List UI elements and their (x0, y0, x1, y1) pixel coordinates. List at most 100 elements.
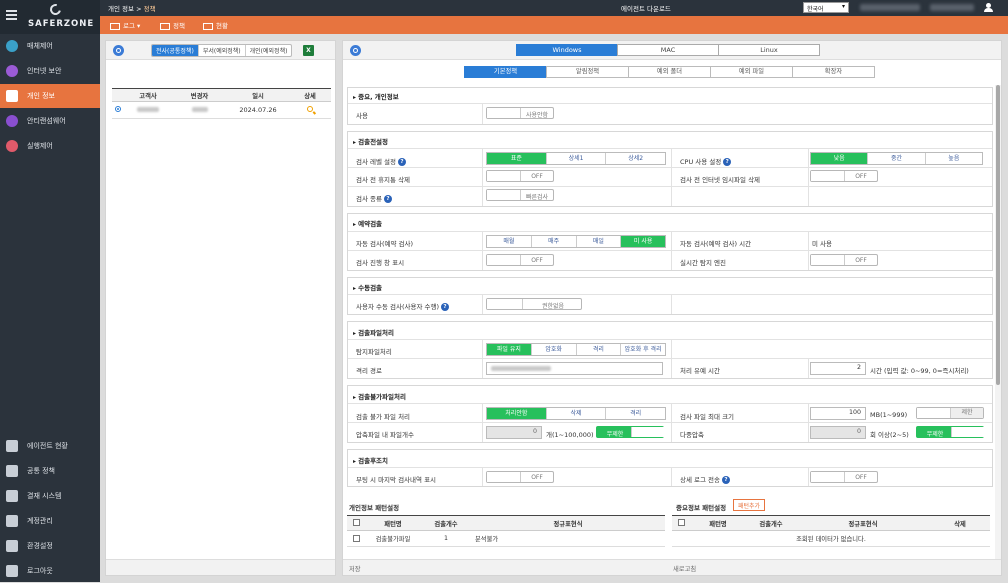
section-title: 수동검출 (353, 282, 382, 292)
pattern-name: 검출불가파일 (365, 530, 421, 547)
sidebar-item-label: 인터넷 보안 (27, 67, 62, 75)
option-monthly[interactable]: 매월 (487, 236, 532, 247)
scan-kind-toggle[interactable]: 빠른검사 (486, 189, 554, 201)
detail-search-icon[interactable] (307, 106, 313, 112)
sidebar-item-3[interactable]: 안티랜섬웨어 (0, 109, 100, 133)
option-weekly[interactable]: 매주 (532, 236, 577, 247)
option-quarantine[interactable]: 격리 (577, 344, 622, 355)
option-high[interactable]: 높음 (926, 153, 982, 164)
sidebar-item-2[interactable]: 개인 정보 (0, 84, 100, 108)
realtime-engine-label: 실시간 탐지 엔진 (680, 259, 726, 267)
select-all-checkbox[interactable] (677, 519, 685, 527)
unable-file-options[interactable]: 처리안함 삭제 격리 (486, 407, 666, 420)
sidebar-bottom-item-2[interactable]: 결재 시스템 (0, 484, 100, 508)
row-radio[interactable] (115, 106, 121, 112)
zip-count-toggle[interactable]: 무제한 (596, 426, 665, 438)
quarantine-path-input[interactable] (486, 362, 663, 375)
use-toggle[interactable]: 사용안함 (486, 107, 554, 119)
section-manual-scan: 수동검출 사용자 수동 검사(사용자 수행)? 권한없음 (347, 277, 993, 315)
sidebar-bottom-item-1[interactable]: 공통 정책 (0, 459, 100, 483)
scope-tabs: 전사(공통정책) 부서(예외정책) 개인(예외정책) (151, 44, 293, 57)
zip-count-label: 압축파일 내 파일개수 (356, 431, 414, 439)
table-row[interactable]: 검출불가파일 1 분석불가 (347, 530, 665, 547)
option-encrypt-quarantine[interactable]: 암호화 후 격리 (621, 344, 665, 355)
select-all-checkbox[interactable] (352, 519, 360, 527)
auto-scan-options[interactable]: 매월 매주 매일 미 사용 (486, 235, 666, 248)
manual-scan-toggle[interactable]: 권한없음 (486, 298, 582, 310)
row-checkbox[interactable] (352, 534, 360, 542)
option-keep[interactable]: 파일 유지 (487, 344, 532, 355)
refresh-icon[interactable] (113, 45, 124, 56)
breadcrumb-parent[interactable]: 개인 정보 (108, 5, 134, 13)
option-encrypt[interactable]: 암호화 (532, 344, 577, 355)
hamburger-menu-icon[interactable] (6, 10, 17, 21)
log-menu[interactable]: 로그 ▾ (110, 20, 140, 30)
sidebar-item-4[interactable]: 실행제어 (0, 134, 100, 158)
realtime-engine-toggle[interactable]: OFF (810, 254, 878, 266)
detail-log-toggle[interactable]: OFF (810, 471, 878, 483)
save-button[interactable]: 저장 (349, 564, 361, 573)
option-standard[interactable]: 표준 (487, 153, 547, 164)
section-title: 예약검출 (353, 218, 382, 228)
sidebar: SAFERZONE 매체제어 인터넷 보안 개인 정보 안티랜섬웨어 실행제어 에이전트… (0, 0, 100, 582)
option-mid[interactable]: 중간 (868, 153, 926, 164)
tab-company[interactable]: 전사(공통정책) (152, 45, 199, 56)
inet-temp-toggle[interactable]: OFF (810, 170, 878, 182)
trash-toggle[interactable]: OFF (486, 170, 554, 182)
user-icon[interactable] (984, 3, 993, 12)
max-size-toggle[interactable]: 제한 (916, 407, 984, 419)
sidebar-bottom-item-4[interactable]: 환경설정 (0, 534, 100, 558)
tab-alert-policy[interactable]: 알림정책 (546, 66, 629, 78)
zip-count-input[interactable]: 0 (486, 426, 542, 439)
max-size-input[interactable]: 100 (810, 407, 866, 420)
sidebar-bottom-item-3[interactable]: 계정관리 (0, 509, 100, 533)
scrollbar-thumb[interactable] (996, 85, 1000, 385)
hold-time-input[interactable]: 2 (810, 362, 866, 375)
section-title: 검출전설정 (353, 136, 388, 146)
scan-level-options[interactable]: 표준 상세1 상세2 (486, 152, 666, 165)
scrollbar[interactable] (995, 85, 1001, 575)
policy-menu[interactable]: 정책 (160, 20, 185, 30)
excel-icon[interactable]: X (303, 45, 314, 56)
refresh-icon[interactable] (350, 45, 361, 56)
sidebar-item-1[interactable]: 인터넷 보안 (0, 59, 100, 83)
tab-mac[interactable]: MAC (617, 44, 719, 56)
sidebar-item-0[interactable]: 매체제어 (0, 34, 100, 58)
option-delete[interactable]: 삭제 (547, 408, 607, 419)
option-unused[interactable]: 미 사용 (621, 236, 665, 247)
tab-exception-folder[interactable]: 예외 폴더 (628, 66, 711, 78)
auto-time-value: 미 사용 (812, 240, 833, 248)
cpu-options[interactable]: 낮음 중간 높음 (810, 152, 983, 165)
add-pattern-button[interactable]: 패턴추가 (733, 499, 766, 511)
detect-process-options[interactable]: 파일 유지 암호화 격리 암호화 후 격리 (486, 343, 666, 356)
progress-window-toggle[interactable]: OFF (486, 254, 554, 266)
option-low[interactable]: 낮음 (811, 153, 869, 164)
multi-zip-input[interactable]: 0 (810, 426, 866, 439)
status-menu[interactable]: 현황 (203, 20, 228, 30)
tab-windows[interactable]: Windows (516, 44, 618, 56)
option-detail1[interactable]: 상세1 (547, 153, 607, 164)
refresh-button[interactable]: 새로고침 (673, 564, 696, 573)
tab-extension[interactable]: 확장자 (792, 66, 875, 78)
multi-zip-toggle[interactable]: 무제한 (916, 426, 985, 438)
sidebar-bottom-item-0[interactable]: 에이전트 현황 (0, 434, 100, 458)
sidebar-bottom-item-5[interactable]: 로그아웃 (0, 559, 100, 583)
tab-department[interactable]: 부서(예외정책) (199, 45, 246, 56)
language-select[interactable]: 한국어 (803, 2, 849, 13)
tab-linux[interactable]: Linux (718, 44, 820, 56)
option-detail2[interactable]: 상세2 (606, 153, 665, 164)
account-icon (6, 515, 18, 527)
option-none[interactable]: 처리안함 (487, 408, 547, 419)
sidebar-item-label: 결재 시스템 (27, 492, 62, 500)
agent-download-link[interactable]: 에이전트 다운로드 (621, 3, 671, 13)
section-title: 검출후조치 (353, 455, 388, 465)
tab-exception-file[interactable]: 예외 파일 (710, 66, 793, 78)
tab-basic-policy[interactable]: 기본정책 (464, 66, 547, 78)
table-row[interactable]: 2024.07.26 (112, 101, 331, 119)
option-daily[interactable]: 매일 (577, 236, 622, 247)
section-file-processing: 검출파일처리 탐지파일처리 파일 유지 암호화 격리 암호화 후 격리 격리 경… (347, 321, 993, 379)
option-quarantine[interactable]: 격리 (606, 408, 665, 419)
boot-history-toggle[interactable]: OFF (486, 471, 554, 483)
col-modifier: 변경자 (172, 88, 227, 102)
tab-personal[interactable]: 개인(예외정책) (246, 45, 292, 56)
